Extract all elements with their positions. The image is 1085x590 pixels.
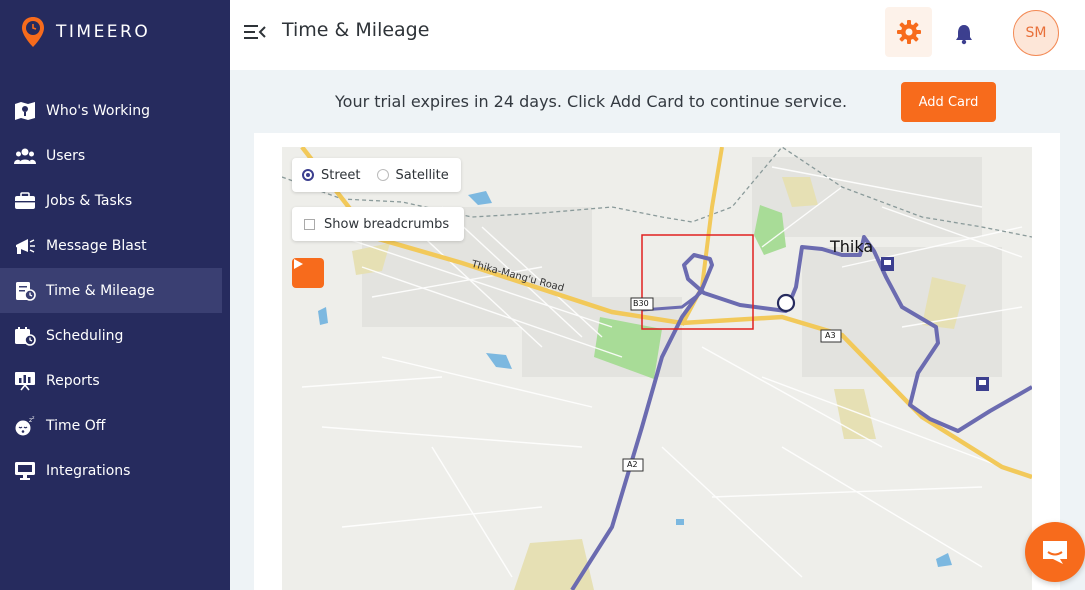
top-bar: Time & Mileage SM	[230, 0, 1085, 70]
map-label-b30: B30	[633, 299, 649, 308]
sleep-icon: zz	[14, 415, 36, 437]
chat-button[interactable]	[1025, 522, 1085, 582]
sidebar-item-message-blast[interactable]: Message Blast	[0, 223, 230, 268]
briefcase-icon	[14, 190, 36, 212]
map-type-label: Street	[321, 167, 361, 183]
sidebar: TIMEERO Who's Working Users Jobs & Tasks…	[0, 0, 230, 590]
map-label-a2: A2	[627, 460, 638, 469]
calendar-clock-icon	[14, 325, 36, 347]
map-label-town: Thika	[830, 237, 874, 256]
sidebar-item-label: Scheduling	[46, 327, 124, 344]
sidebar-item-time-off[interactable]: zz Time Off	[0, 403, 230, 448]
sidebar-item-label: Message Blast	[46, 237, 147, 254]
show-breadcrumbs-toggle[interactable]: Show breadcrumbs	[292, 207, 464, 241]
logo[interactable]: TIMEERO	[20, 14, 150, 50]
monitor-icon	[14, 460, 36, 482]
megaphone-icon	[14, 235, 36, 257]
play-route-button[interactable]	[292, 258, 324, 288]
bell-icon	[956, 25, 972, 45]
gear-icon	[896, 20, 921, 44]
logo-text: TIMEERO	[56, 22, 151, 42]
sidebar-item-label: Users	[46, 147, 86, 164]
presentation-icon	[14, 370, 36, 392]
users-icon	[14, 145, 36, 167]
sidebar-item-scheduling[interactable]: Scheduling	[0, 313, 230, 358]
sidebar-item-jobs-tasks[interactable]: Jobs & Tasks	[0, 178, 230, 223]
location-marker-icon[interactable]	[776, 293, 796, 313]
sidebar-item-reports[interactable]: Reports	[0, 358, 230, 403]
map-type-control: Street Satellite	[292, 158, 461, 192]
sidebar-item-label: Integrations	[46, 462, 131, 479]
breadcrumbs-label: Show breadcrumbs	[324, 216, 450, 232]
train-station-icon	[881, 257, 894, 271]
radio-selected-icon	[302, 169, 314, 181]
menu-collapse-icon[interactable]	[244, 22, 266, 42]
page-title: Time & Mileage	[282, 19, 430, 41]
sidebar-item-label: Who's Working	[46, 102, 150, 119]
sidebar-item-label: Reports	[46, 372, 100, 389]
sidebar-item-integrations[interactable]: Integrations	[0, 448, 230, 493]
time-sheet-icon	[14, 280, 36, 302]
sidebar-nav: Who's Working Users Jobs & Tasks Message…	[0, 88, 230, 493]
trial-message: Your trial expires in 24 days. Click Add…	[335, 92, 848, 111]
map[interactable]: Thika Thika-Mang'u Road B30 A3 A2 Street…	[282, 147, 1032, 590]
sidebar-item-time-mileage[interactable]: Time & Mileage	[0, 268, 222, 313]
map-type-satellite-radio[interactable]: Satellite	[376, 167, 449, 183]
map-label-a3: A3	[825, 331, 836, 340]
svg-text:z: z	[32, 416, 35, 421]
train-station-icon	[976, 377, 989, 391]
sidebar-item-label: Jobs & Tasks	[46, 192, 133, 209]
chat-bubble-icon	[1043, 541, 1067, 564]
map-type-label: Satellite	[395, 167, 449, 183]
breadcrumbs-checkbox[interactable]	[304, 218, 315, 230]
sidebar-item-users[interactable]: Users	[0, 133, 230, 178]
sidebar-item-label: Time Off	[46, 417, 106, 434]
sidebar-item-label: Time & Mileage	[46, 282, 155, 299]
notifications-button[interactable]	[950, 20, 978, 48]
map-type-street-radio[interactable]: Street	[302, 168, 361, 183]
settings-button[interactable]	[885, 7, 932, 57]
sidebar-item-whos-working[interactable]: Who's Working	[0, 88, 230, 133]
avatar[interactable]: SM	[1013, 10, 1059, 56]
timeero-logo-icon	[22, 17, 44, 47]
map-pin-icon	[14, 100, 36, 122]
add-card-button[interactable]: Add Card	[901, 82, 996, 122]
radio-unselected-icon	[376, 169, 389, 181]
play-icon	[294, 259, 303, 269]
